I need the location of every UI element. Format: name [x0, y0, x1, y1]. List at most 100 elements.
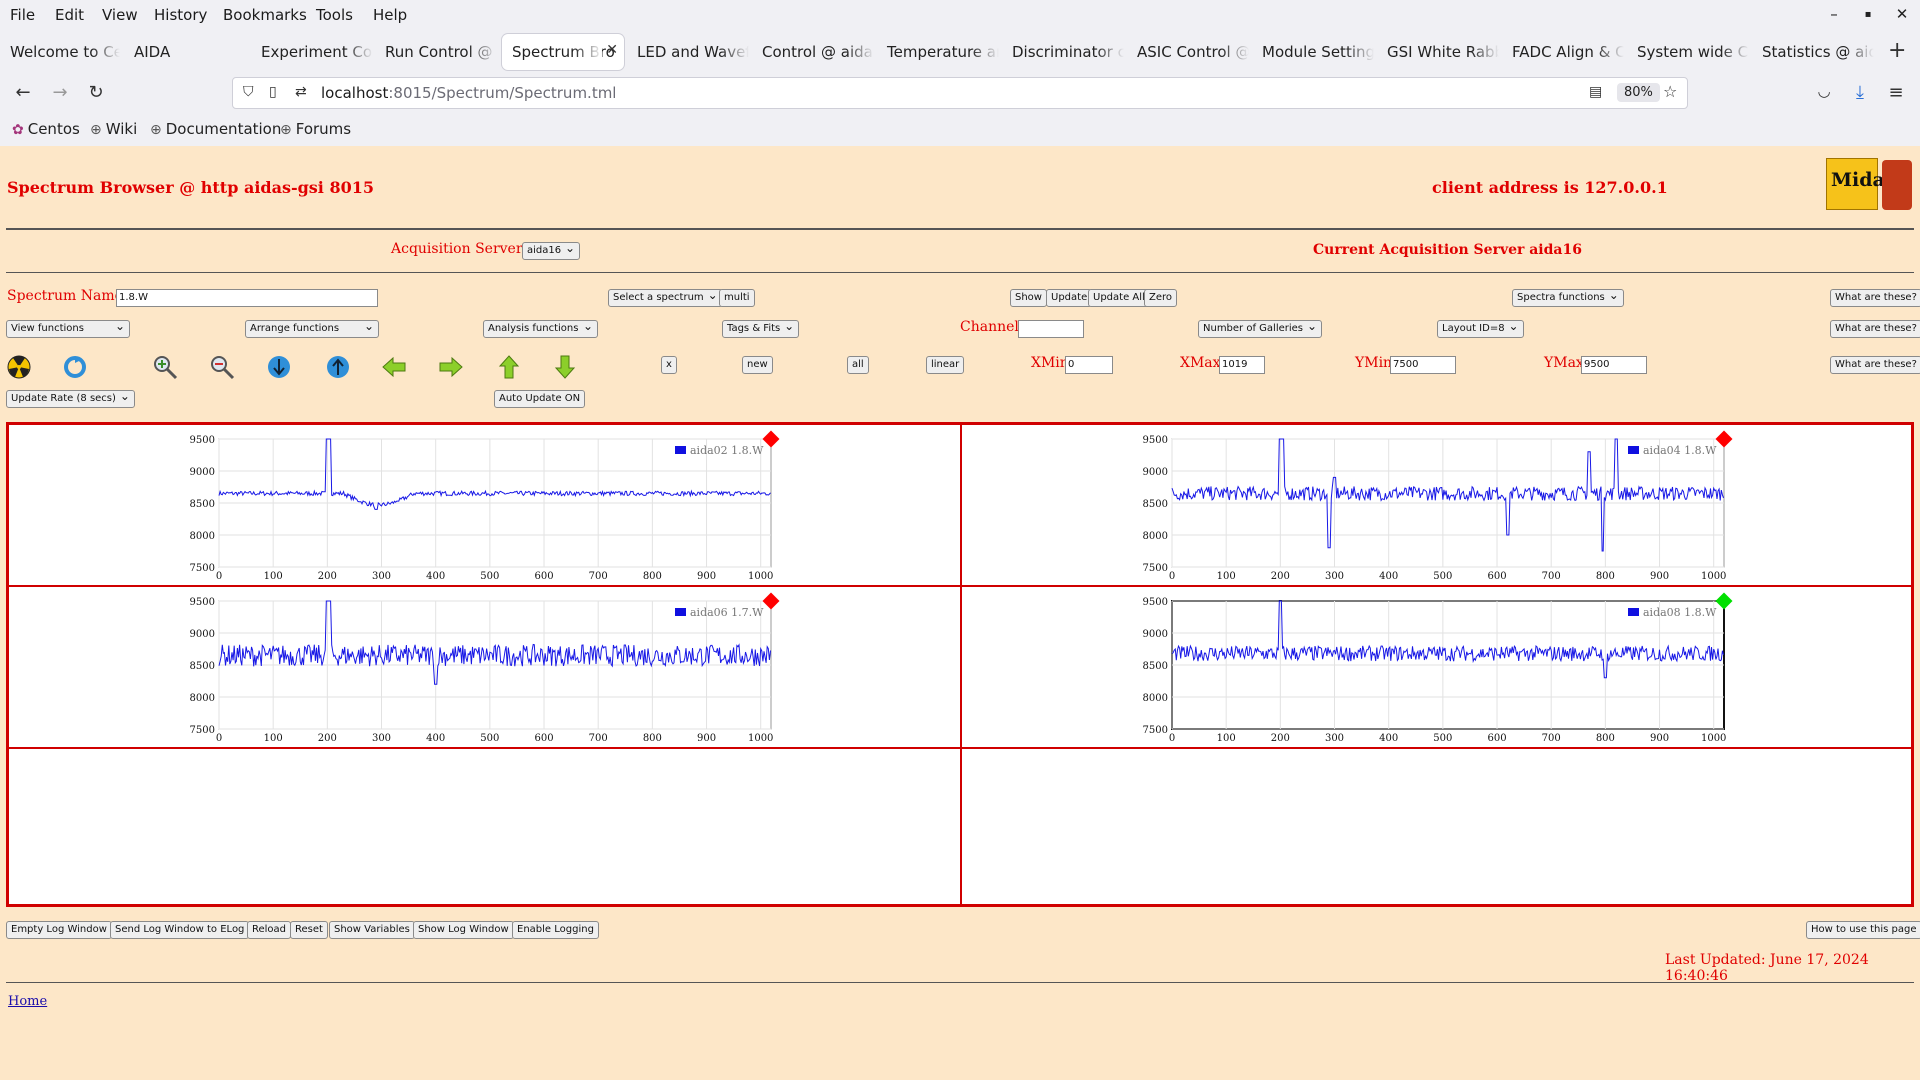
spectra-functions-dropdown[interactable]: Spectra functions [1512, 288, 1624, 307]
number-of-galleries-dropdown[interactable]: Number of Galleries [1198, 319, 1323, 338]
address-bar[interactable]: ⛉ ▯ ⇄ localhost:8015/Spectrum/Spectrum.t… [232, 77, 1688, 109]
tab-system-wide-checks[interactable]: System wide Ch [1627, 34, 1749, 70]
app-menu-icon[interactable]: ≡ [1884, 82, 1908, 103]
connection-icon[interactable]: ⇄ [295, 84, 307, 100]
tab-aida[interactable]: AIDA [124, 34, 244, 70]
tab-module-settings[interactable]: Module Settings [1252, 34, 1374, 70]
spectrum-plot[interactable]: 0 100 200 300 400 500 600 700 800 900 1000 7500 8000… [962, 587, 1913, 749]
menu-edit[interactable]: Edit [55, 6, 84, 24]
pocket-icon[interactable]: ◡ [1812, 82, 1836, 100]
tab-statistics[interactable]: Statistics @ aid [1752, 34, 1874, 70]
tab-gsi-white-rabbit[interactable]: GSI White Rabbi [1377, 34, 1499, 70]
what-are-these-button[interactable]: What are these? [1830, 356, 1920, 374]
linear-button[interactable]: linear [926, 356, 965, 374]
page-icon[interactable]: ▯ [269, 84, 277, 100]
minimize-button[interactable]: – [1824, 5, 1844, 23]
refresh-icon[interactable] [62, 354, 88, 380]
how-to-use-button[interactable]: How to use this page [1806, 921, 1920, 939]
tab-welcome[interactable]: Welcome to Ce [0, 34, 120, 70]
arrow-left-icon[interactable] [381, 354, 407, 380]
ymin-input[interactable]: 7500 [1390, 356, 1456, 374]
multi-button[interactable]: multi [719, 289, 755, 307]
channel-input[interactable] [1018, 320, 1084, 338]
tab-asic-control[interactable]: ASIC Control @ [1127, 34, 1249, 70]
reset-button[interactable]: Reset [290, 921, 328, 939]
bookmark-wiki[interactable]: ⊕ Wiki [90, 120, 137, 138]
tab-discriminator[interactable]: Discriminator co [1002, 34, 1124, 70]
acq-server-select[interactable]: aida16 [522, 241, 581, 260]
close-tab-icon[interactable]: ✕ [606, 42, 618, 58]
enable-logging-button[interactable]: Enable Logging [512, 921, 599, 939]
bookmark-documentation[interactable]: ⊕ Documentation [150, 120, 281, 138]
zoom-level[interactable]: 80% [1617, 83, 1660, 102]
home-link[interactable]: Home [8, 994, 47, 1009]
tab-run-control[interactable]: Run Control @ a [375, 34, 497, 70]
select-spectrum-dropdown[interactable]: Select a spectrum [608, 288, 723, 307]
update-button[interactable]: Update [1046, 289, 1093, 307]
radiation-icon[interactable] [6, 354, 32, 380]
tab-temperature[interactable]: Temperature an [877, 34, 999, 70]
tab-fadc-align[interactable]: FADC Align & C [1502, 34, 1624, 70]
x-button[interactable]: x [661, 356, 677, 374]
menu-bookmarks[interactable]: Bookmarks [223, 6, 307, 24]
reader-view-icon[interactable]: ▤ [1589, 84, 1602, 100]
new-tab-icon[interactable]: + [1888, 38, 1906, 63]
zoom-in-icon[interactable] [152, 354, 178, 380]
what-are-these-button[interactable]: What are these? [1830, 289, 1920, 307]
xmax-input[interactable]: 1019 [1219, 356, 1265, 374]
arrow-up-icon[interactable] [496, 354, 522, 380]
zoom-out-icon[interactable] [209, 354, 235, 380]
tab-spectrum-browser[interactable]: Spectrum Bro ✕ [502, 34, 624, 70]
reload-icon[interactable]: ↻ [84, 82, 108, 103]
what-are-these-button[interactable]: What are these? [1830, 320, 1920, 338]
gallery-cell-3[interactable]: 0 100 200 300 400 500 600 700 800 900 1000 7500 8000… [8, 586, 961, 748]
downloads-icon[interactable]: ⤓ [1848, 82, 1872, 103]
arrange-functions-dropdown[interactable]: Arrange functions [245, 319, 379, 338]
ymax-input[interactable]: 9500 [1581, 356, 1647, 374]
bookmark-star-icon[interactable]: ☆ [1663, 82, 1677, 101]
maximize-button[interactable]: ▪ [1858, 9, 1878, 20]
spectrum-plot[interactable]: 0 100 200 300 400 500 600 700 800 900 1000 7500 8000… [9, 425, 962, 587]
gallery-cell-6[interactable] [961, 748, 1912, 905]
gallery-cell-2[interactable]: 0 100 200 300 400 500 600 700 800 900 1000 7500 8000… [961, 424, 1912, 586]
send-log-elog-button[interactable]: Send Log Window to ELog [110, 921, 250, 939]
all-button[interactable]: all [847, 356, 869, 374]
bookmark-forums[interactable]: ⊕ Forums [280, 120, 351, 138]
scale-down-icon[interactable] [266, 354, 292, 380]
menu-file[interactable]: File [10, 6, 35, 24]
forward-icon[interactable]: → [48, 82, 72, 103]
reload-button[interactable]: Reload [247, 921, 292, 939]
new-button[interactable]: new [742, 356, 773, 374]
update-rate-dropdown[interactable]: Update Rate (8 secs) [6, 389, 135, 408]
url-text[interactable]: localhost:8015/Spectrum/Spectrum.tml [321, 84, 616, 102]
tags-fits-dropdown[interactable]: Tags & Fits [722, 319, 800, 338]
spectrum-plot[interactable]: 0 100 200 300 400 500 600 700 800 900 1000 7500 8000… [962, 425, 1913, 587]
empty-log-window-button[interactable]: Empty Log Window [6, 921, 112, 939]
menu-view[interactable]: View [102, 6, 138, 24]
show-log-window-button[interactable]: Show Log Window [413, 921, 514, 939]
menu-tools[interactable]: Tools [316, 6, 353, 24]
layout-id-dropdown[interactable]: Layout ID=8 [1437, 319, 1524, 338]
gallery-cell-4[interactable]: 0 100 200 300 400 500 600 700 800 900 1000 7500 8000… [961, 586, 1912, 748]
view-functions-dropdown[interactable]: View functions [6, 319, 130, 338]
update-all-button[interactable]: Update All [1088, 289, 1150, 307]
tab-control[interactable]: Control @ aidas [752, 34, 874, 70]
show-variables-button[interactable]: Show Variables [329, 921, 415, 939]
xmin-input[interactable]: 0 [1065, 356, 1113, 374]
menu-help[interactable]: Help [373, 6, 407, 24]
analysis-functions-dropdown[interactable]: Analysis functions [483, 319, 598, 338]
spectrum-name-input[interactable]: 1.8.W [116, 289, 378, 307]
close-window-button[interactable]: ✕ [1892, 5, 1912, 23]
bookmark-centos[interactable]: ✿ Centos [12, 120, 80, 138]
arrow-right-icon[interactable] [438, 354, 464, 380]
arrow-down-icon[interactable] [552, 354, 578, 380]
gallery-cell-5[interactable] [8, 748, 961, 905]
auto-update-button[interactable]: Auto Update ON [494, 390, 586, 408]
zero-button[interactable]: Zero [1144, 289, 1178, 307]
tab-experiment-control[interactable]: Experiment Cont [251, 34, 373, 70]
back-icon[interactable]: ← [11, 82, 35, 103]
tab-led-waveform[interactable]: LED and Wavefo [627, 34, 749, 70]
scale-up-icon[interactable] [325, 354, 351, 380]
menu-history[interactable]: History [154, 6, 207, 24]
gallery-cell-1[interactable]: 0 100 200 300 400 500 600 700 800 900 1000 7500 8000… [8, 424, 961, 586]
